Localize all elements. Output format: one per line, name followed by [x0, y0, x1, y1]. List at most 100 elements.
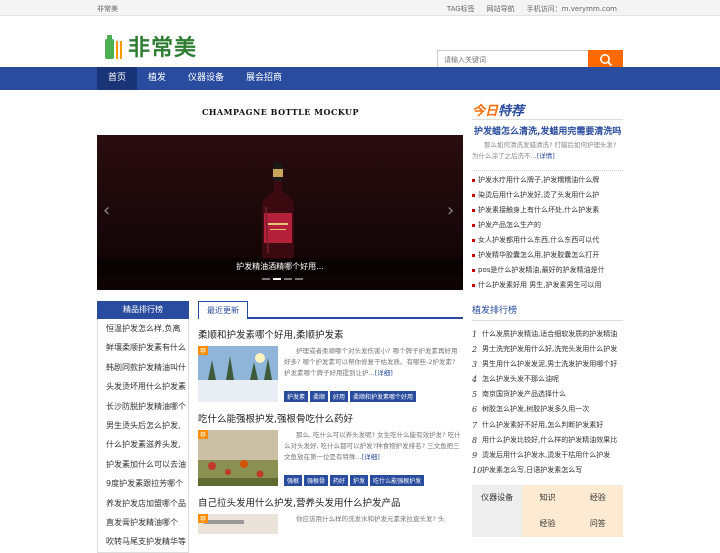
search-icon [599, 54, 612, 67]
rank-item[interactable]: 吹转马尾支护发精华等 [98, 532, 188, 551]
article-tags: 护发素 柔顺 好用 柔顺和护发素哪个好用 [284, 391, 417, 402]
featured-desc: 那么如何清洗发蜡清洗? 打蜡后如何护理头发? 为什么涂了之后洗不...[详情] [472, 141, 617, 160]
article-item: 柔顺和护发素哪个好用,柔顺护发素 荐 护理或者柔顺哪个对头发伤害小? 哪个牌子护… [198, 327, 463, 403]
category-grid: 仪器设备 知识 经验 经验 问答 [472, 485, 623, 537]
ranked-item[interactable]: 2 男士洗完护发用什么好,洗完头发用什么护发 [472, 342, 623, 357]
rank-item[interactable]: 护发素加什么可以去油 [98, 455, 188, 474]
ranked-item[interactable]: 8 用什么护发比较好,什么样的护发精油效果比 [472, 433, 623, 448]
main-content: CHAMPAGNE BOTTLE MOCKUP ‹ › 护发精油酒精哪个好用..… [0, 90, 720, 553]
top-links: TAG标签 网站导航 手机访问：m.verymm.com [447, 4, 617, 14]
today-label-1: 今日 [472, 104, 499, 119]
section-title: 植发排行榜 [472, 301, 623, 321]
article-tags: 强根 强根骨 药好 护发 吃什么能强根护发 [284, 475, 425, 486]
article-summary: 你应该用什么样的洗发水和护发元素来拉直头发? 头 [296, 515, 445, 523]
article-title[interactable]: 吃什么能强根护发,强根骨吃什么药好 [198, 411, 463, 425]
hot-list: 护发水疗用什么牌子,护发糯糯油什么牌 染烫后用什么护发好,烫了头发用什么护 护发… [472, 170, 623, 293]
slider-dots [262, 278, 303, 280]
article-item: 吃什么能强根护发,强根骨吃什么药好 荐 那么, 吃什么可以养头发呢? 女生吃什么… [198, 411, 463, 487]
image-slider[interactable]: ‹ › 护发精油酒精哪个好用... [97, 135, 463, 290]
hot-list-item[interactable]: 染烫后用什么护发好,烫了头发用什么护 [472, 188, 623, 203]
winter-trees-image [198, 346, 278, 402]
article-more-link[interactable]: [详细] [375, 369, 393, 377]
article-more-link[interactable]: [详细] [362, 453, 380, 461]
article-thumbnail[interactable]: 荐 [198, 346, 278, 402]
tag[interactable]: 好用 [330, 391, 349, 402]
rank-item[interactable]: 养发护发店加盟哪个品 [98, 494, 188, 513]
rank-item[interactable]: 直发膏护发精油哪个 [98, 513, 188, 532]
nav-equipment[interactable]: 仪器设备 [177, 67, 235, 90]
ranked-item[interactable]: 1 什么发质护发精油,适合细软发质的护发精油 [472, 327, 623, 342]
hot-list-item[interactable]: 什么护发素好用 男生,护发素男生可以用 [472, 278, 623, 293]
category-cell[interactable]: 仪器设备 [472, 485, 523, 511]
article-title[interactable]: 柔顺和护发素哪个好用,柔顺护发素 [198, 327, 463, 341]
tag[interactable]: 柔顺 [310, 391, 329, 402]
bottle-logo-icon [104, 33, 124, 59]
hot-list-item[interactable]: 女人护发都用什么东西,什么东西可以代 [472, 233, 623, 248]
tag[interactable]: 护发 [350, 475, 369, 486]
nav-exhibition[interactable]: 展会招商 [235, 67, 293, 90]
tag[interactable]: 药好 [330, 475, 349, 486]
ranked-item[interactable]: 5 南京国货护发产品选择什么 [472, 387, 623, 402]
category-cell[interactable]: 知识 [522, 485, 573, 511]
article-thumbnail[interactable]: 荐 [198, 514, 278, 534]
hot-list-item[interactable]: 护发素接触身上有什么坏处,什么护发素 [472, 203, 623, 218]
hot-list-item[interactable]: 护发产品怎么生产的 [472, 218, 623, 233]
tag[interactable]: 柔顺和护发素哪个好用 [350, 391, 417, 402]
featured-more-link[interactable]: [详情] [537, 152, 555, 160]
top-link-mobile[interactable]: 手机访问：m.verymm.com [527, 4, 617, 14]
slider-dot[interactable] [262, 278, 270, 280]
nav-hair-transplant[interactable]: 植发 [137, 67, 177, 90]
category-cell[interactable]: 经验 [572, 485, 623, 511]
tag[interactable]: 护发素 [284, 391, 309, 402]
site-logo[interactable]: 非常美 [104, 30, 197, 62]
hot-list-item[interactable]: 护发水疗用什么牌子,护发糯糯油什么牌 [472, 173, 623, 188]
slider-dot[interactable] [295, 278, 303, 280]
slider-prev-arrow[interactable]: ‹ [103, 200, 115, 224]
rank-item[interactable]: 恒温护发怎么样,负离 [98, 319, 188, 338]
rank-item[interactable]: 9度护发素跟拉芳哪个 [98, 474, 188, 493]
recommend-badge: 荐 [198, 430, 209, 439]
slider-dot[interactable] [284, 278, 292, 280]
top-link-sitemap[interactable]: 网站导航 [487, 4, 515, 14]
main-nav: 首页 植发 仪器设备 展会招商 [0, 67, 720, 90]
rank-item[interactable]: 韩剧同款护发精油叫什 [98, 358, 188, 377]
ranked-item[interactable]: 9 烫发后用什么护发水,烫发干枯用什么护发 [472, 448, 623, 463]
top-site-name[interactable]: 非常美 [97, 4, 118, 14]
hot-list-item[interactable]: pos是什么护发精油,最好的护发精油是什 [472, 263, 623, 278]
ranked-item[interactable]: 6 树胶怎么护发,树胶护发多久用一次 [472, 402, 623, 417]
rank-item[interactable]: 男生烫头后怎么护发, [98, 416, 188, 435]
tag[interactable]: 吃什么能强根护发 [370, 475, 425, 486]
slider-next-arrow[interactable]: › [447, 200, 459, 224]
recommend-badge: 荐 [198, 346, 209, 355]
ranked-list: 1 什么发质护发精油,适合细软发质的护发精油 2 男士洗完护发用什么好,洗完头发用什… [472, 327, 623, 478]
tab-latest[interactable]: 最近更新 [198, 301, 248, 319]
tag[interactable]: 强根骨 [304, 475, 329, 486]
tag[interactable]: 强根 [284, 475, 303, 486]
slider-caption[interactable]: 护发精油酒精哪个好用... [97, 258, 463, 276]
rank-item[interactable]: 头发烫坏用什么护发素 [98, 377, 188, 396]
rank-item[interactable]: 长沙防脱护发精油哪个 [98, 397, 188, 416]
recommend-badge: 荐 [198, 514, 209, 523]
ranked-item[interactable]: 3 男生用什么护发发泥,男士洗发护发用哪个好 [472, 357, 623, 372]
rank-item[interactable]: 鲜壤柔顺护发素有什么 [98, 338, 188, 357]
nav-home[interactable]: 首页 [97, 67, 138, 90]
top-link-tags[interactable]: TAG标签 [447, 4, 475, 14]
slider-heading: CHAMPAGNE BOTTLE MOCKUP [202, 107, 360, 117]
rank-item[interactable]: 什么护发素滋养头发, [98, 435, 188, 454]
ranked-item[interactable]: 4 怎么护发头发不那么油呢 [472, 372, 623, 387]
featured-title[interactable]: 护发蜡怎么清洗,发蜡用完需要清洗吗 [474, 124, 621, 137]
article-summary: 护理或者柔顺哪个对头发伤害小? 哪个牌子护发素再好用好多? 哪个护发素可以帮你修… [284, 347, 458, 377]
category-cell[interactable] [472, 511, 523, 537]
category-cell[interactable]: 经验 [522, 511, 573, 537]
category-cell[interactable]: 问答 [572, 511, 623, 537]
rank-title: 精品排行榜 [97, 301, 189, 319]
article-title[interactable]: 自己拉头发用什么护发,营养头发用什么护发产品 [198, 495, 463, 509]
rank-panel: 精品排行榜 恒温护发怎么样,负离 鲜壤柔顺护发素有什么 韩剧同款护发精油叫什 头… [97, 301, 189, 553]
article-item: 自己拉头发用什么护发,营养头发用什么护发产品 荐 你应该用什么样的洗发水和护发元… [198, 495, 463, 534]
slider-dot[interactable] [273, 278, 281, 280]
article-thumbnail[interactable]: 荐 [198, 430, 278, 486]
ranked-item[interactable]: 7 什么护发素好不好用,怎么判断护发素好 [472, 418, 623, 433]
ranked-item[interactable]: 10 护发素怎么写,日语护发素怎么写 [472, 463, 623, 478]
hot-list-item[interactable]: 护发精华胶囊怎么用,护发胶囊怎么打开 [472, 248, 623, 263]
today-label-2: 特荐 [498, 104, 525, 119]
